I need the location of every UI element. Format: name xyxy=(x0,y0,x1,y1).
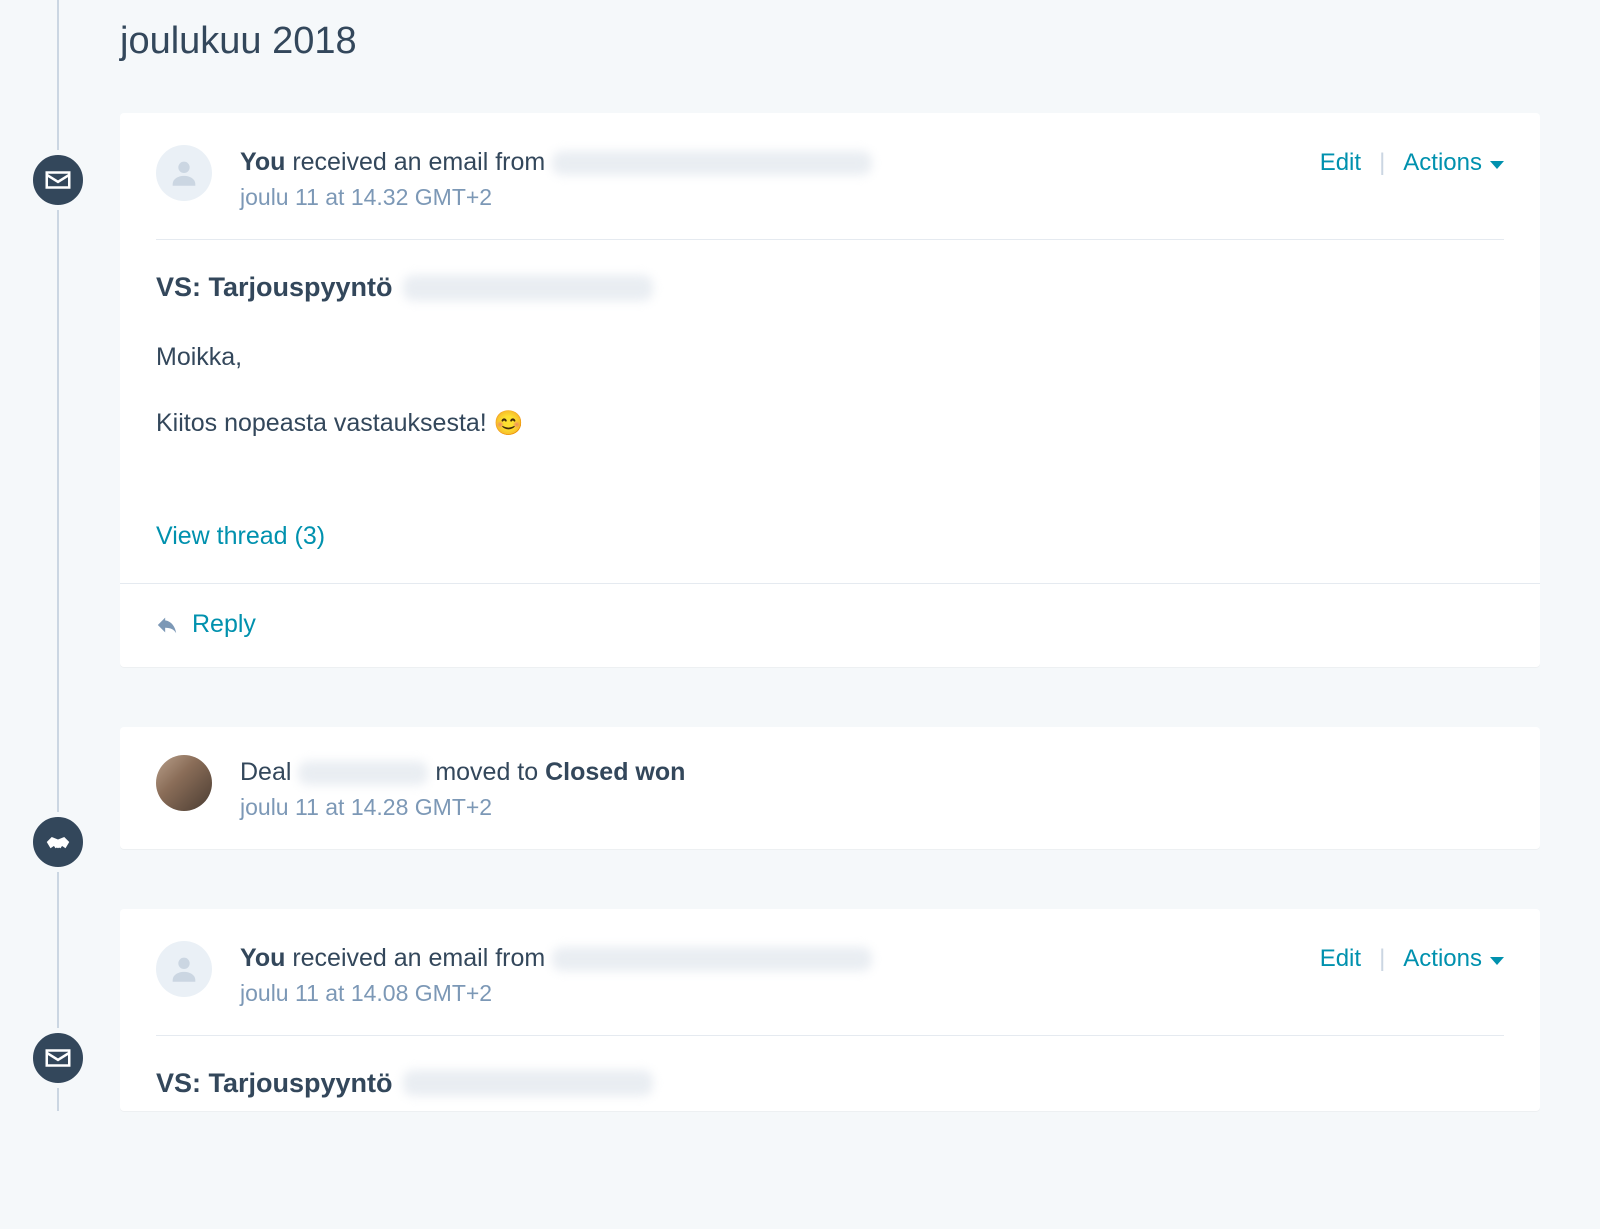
smile-emoji-icon: 😊 xyxy=(494,410,524,437)
actor-label: You xyxy=(240,148,285,176)
chevron-down-icon xyxy=(1490,161,1504,169)
activity-timeline: joulukuu 2018 You received an email from… xyxy=(0,0,1600,1111)
reply-button[interactable]: Reply xyxy=(156,610,256,639)
edit-button[interactable]: Edit xyxy=(1320,145,1361,181)
handshake-icon xyxy=(28,812,88,872)
email-icon xyxy=(28,1028,88,1088)
timeline-card-email: You received an email from joulu 11 at 1… xyxy=(120,909,1540,1111)
activity-verb: received an email from xyxy=(285,148,545,176)
card-footer: Reply xyxy=(120,583,1540,667)
reply-label: Reply xyxy=(192,610,256,639)
redacted-sender xyxy=(552,947,872,971)
email-subject: VS: Tarjouspyyntö xyxy=(156,272,1504,303)
activity-title: You received an email from xyxy=(240,941,1320,976)
actions-label: Actions xyxy=(1403,149,1482,177)
timestamp: joulu 11 at 14.08 GMT+2 xyxy=(240,980,1320,1007)
avatar xyxy=(156,941,212,997)
timeline-card-deal: Deal moved to Closed won joulu 11 at 14.… xyxy=(120,727,1540,849)
header-text: You received an email from joulu 11 at 1… xyxy=(240,941,1320,1007)
header-text: Deal moved to Closed won joulu 11 at 14.… xyxy=(240,755,1504,821)
deal-prefix: Deal xyxy=(240,758,298,786)
action-separator: | xyxy=(1379,149,1385,177)
card-header: You received an email from joulu 11 at 1… xyxy=(120,113,1540,239)
actions-label: Actions xyxy=(1403,945,1482,973)
subject-prefix: VS: Tarjouspyyntö xyxy=(156,272,393,303)
deal-verb: moved to xyxy=(435,758,545,786)
actor-label: You xyxy=(240,944,285,972)
action-separator: | xyxy=(1379,945,1385,973)
view-thread-link[interactable]: View thread (3) xyxy=(156,522,325,551)
card-header: Deal moved to Closed won joulu 11 at 14.… xyxy=(120,727,1540,849)
avatar xyxy=(156,145,212,201)
deal-stage: Closed won xyxy=(545,758,685,786)
month-header: joulukuu 2018 xyxy=(120,20,1540,63)
body-line-text: Kiitos nopeasta vastauksesta! xyxy=(156,409,494,437)
card-header: You received an email from joulu 11 at 1… xyxy=(120,909,1540,1035)
reply-icon xyxy=(156,614,178,636)
chevron-down-icon xyxy=(1490,957,1504,965)
redacted-sender xyxy=(552,151,872,175)
redacted-subject xyxy=(403,275,653,301)
email-subject: VS: Tarjouspyyntö xyxy=(156,1068,1504,1099)
card-body: VS: Tarjouspyyntö Moikka, Kiitos nopeast… xyxy=(120,240,1540,583)
redacted-deal-name xyxy=(298,761,428,785)
timestamp: joulu 11 at 14.32 GMT+2 xyxy=(240,184,1320,211)
header-actions: Edit | Actions xyxy=(1320,941,1504,977)
activity-title: You received an email from xyxy=(240,145,1320,180)
timeline-card-email: You received an email from joulu 11 at 1… xyxy=(120,113,1540,667)
email-body-line: Kiitos nopeasta vastauksesta! 😊 xyxy=(156,405,1504,443)
redacted-subject xyxy=(403,1070,653,1096)
actions-dropdown[interactable]: Actions xyxy=(1403,945,1504,973)
actions-dropdown[interactable]: Actions xyxy=(1403,149,1504,177)
email-body-greeting: Moikka, xyxy=(156,339,1504,377)
subject-prefix: VS: Tarjouspyyntö xyxy=(156,1068,393,1099)
header-text: You received an email from joulu 11 at 1… xyxy=(240,145,1320,211)
avatar xyxy=(156,755,212,811)
timestamp: joulu 11 at 14.28 GMT+2 xyxy=(240,794,1504,821)
activity-verb: received an email from xyxy=(285,944,545,972)
email-icon xyxy=(28,150,88,210)
header-actions: Edit | Actions xyxy=(1320,145,1504,181)
activity-title: Deal moved to Closed won xyxy=(240,755,1504,790)
card-body: VS: Tarjouspyyntö xyxy=(120,1036,1540,1111)
edit-button[interactable]: Edit xyxy=(1320,941,1361,977)
